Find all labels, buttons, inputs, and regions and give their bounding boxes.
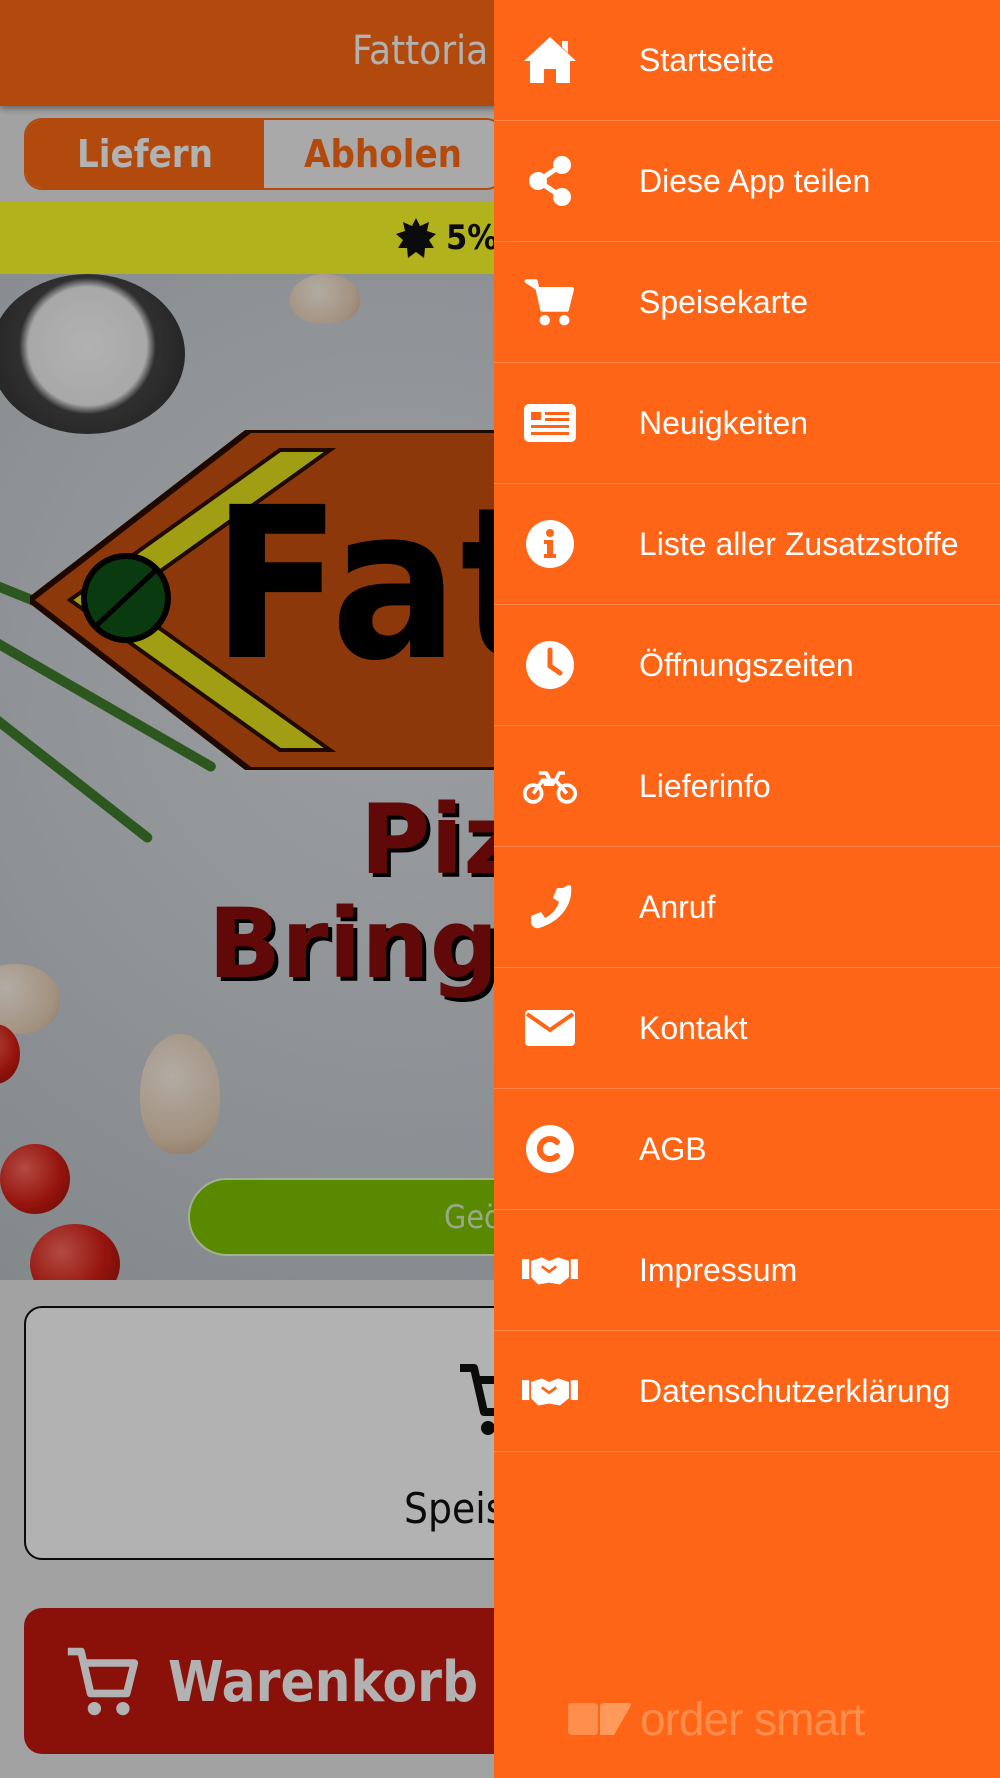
phone-icon bbox=[522, 879, 578, 935]
home-icon bbox=[522, 32, 578, 88]
drawer-item-datenschutz[interactable]: Datenschutzerklärung bbox=[494, 1331, 1000, 1452]
handshake-icon bbox=[522, 1242, 578, 1298]
drawer-item-label: Anruf bbox=[639, 888, 716, 925]
drawer-item-label: Neuigkeiten bbox=[639, 404, 808, 441]
clock-icon bbox=[522, 637, 578, 693]
drawer-item-label: Liste aller Zusatzstoffe bbox=[639, 525, 959, 562]
drawer-item-lieferinfo[interactable]: Lieferinfo bbox=[494, 726, 1000, 847]
drawer-item-label: AGB bbox=[639, 1130, 707, 1167]
drawer-item-label: Impressum bbox=[639, 1251, 798, 1288]
drawer-item-anruf[interactable]: Anruf bbox=[494, 847, 1000, 968]
newspaper-icon bbox=[522, 395, 578, 451]
drawer-item-label: Startseite bbox=[639, 41, 775, 78]
order-smart-branding: order smart bbox=[566, 1692, 865, 1746]
drawer-item-impressum[interactable]: Impressum bbox=[494, 1210, 1000, 1331]
motorcycle-icon bbox=[522, 758, 578, 814]
drawer-item-label: Lieferinfo bbox=[639, 767, 771, 804]
drawer-item-label: Kontakt bbox=[639, 1009, 748, 1046]
drawer-item-share[interactable]: Diese App teilen bbox=[494, 121, 1000, 242]
handshake-icon bbox=[522, 1363, 578, 1419]
drawer-item-label: Speisekarte bbox=[639, 283, 808, 320]
drawer-item-agb[interactable]: AGB bbox=[494, 1089, 1000, 1210]
drawer-item-neuigkeiten[interactable]: Neuigkeiten bbox=[494, 363, 1000, 484]
drawer-item-zusatzstoffe[interactable]: Liste aller Zusatzstoffe bbox=[494, 484, 1000, 605]
drawer-item-label: Datenschutzerklärung bbox=[639, 1372, 951, 1409]
order-smart-label: order smart bbox=[640, 1693, 865, 1745]
drawer-item-label: Öffnungszeiten bbox=[639, 646, 854, 683]
navigation-drawer: Startseite Diese App teilen Speisekarte … bbox=[494, 0, 1000, 1778]
envelope-icon bbox=[522, 1000, 578, 1056]
cart-icon bbox=[522, 274, 578, 330]
info-icon bbox=[522, 516, 578, 572]
share-icon bbox=[522, 153, 578, 209]
drawer-item-label: Diese App teilen bbox=[639, 162, 871, 199]
order-smart-logo-icon bbox=[568, 1703, 631, 1735]
drawer-item-kontakt[interactable]: Kontakt bbox=[494, 968, 1000, 1089]
drawer-item-oeffnungszeiten[interactable]: Öffnungszeiten bbox=[494, 605, 1000, 726]
drawer-item-speisekarte[interactable]: Speisekarte bbox=[494, 242, 1000, 363]
drawer-item-startseite[interactable]: Startseite bbox=[494, 0, 1000, 121]
copyright-icon bbox=[522, 1121, 578, 1177]
